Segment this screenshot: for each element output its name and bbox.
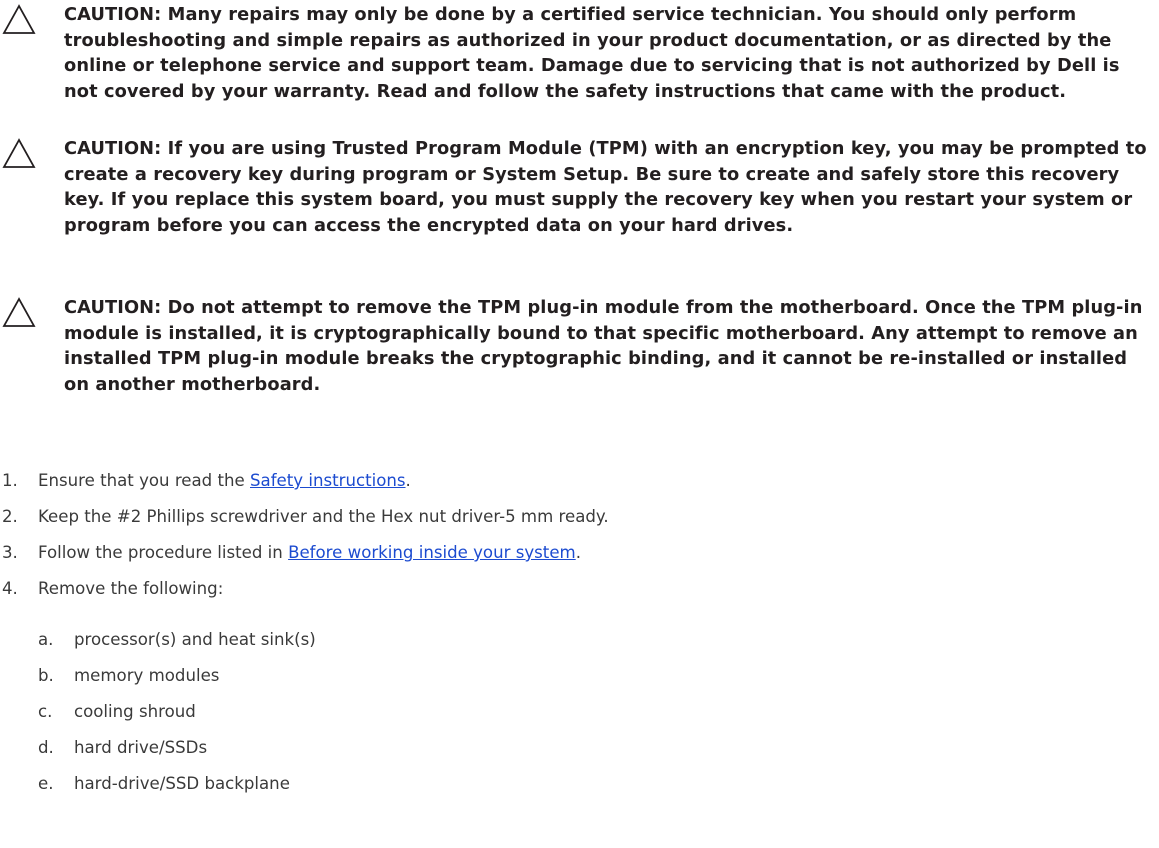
sub-step-text: processor(s) and heat sink(s) (74, 630, 316, 649)
step-text-before: Ensure that you read the (38, 471, 250, 490)
step-text: Ensure that you read the Safety instruct… (38, 469, 411, 493)
sub-step-letter: e. (38, 774, 54, 793)
step-text: Remove the following: (38, 579, 224, 598)
sub-step-text: hard drive/SSDs (74, 738, 208, 757)
caution-triangle-icon (2, 138, 36, 168)
step-text-after: . (405, 471, 411, 490)
step-text: Follow the procedure listed in Before wo… (38, 541, 581, 565)
safety-instructions-link[interactable]: Safety instructions (250, 471, 406, 490)
step-number: 2. (2, 507, 18, 526)
caution-triangle-icon (2, 4, 36, 34)
step-number: 1. (2, 471, 18, 490)
sub-step-letter: a. (38, 630, 54, 649)
caution-text: CAUTION: If you are using Trusted Progra… (64, 138, 1147, 236)
sub-step-letter: c. (38, 702, 53, 721)
step-text-after: . (575, 543, 581, 562)
sub-step-text: hard-drive/SSD backplane (74, 774, 290, 793)
caution-triangle-icon (2, 297, 36, 327)
before-working-link[interactable]: Before working inside your system (288, 543, 576, 562)
sub-step-text: memory modules (74, 666, 220, 685)
step-text: Keep the #2 Phillips screwdriver and the… (38, 507, 609, 526)
step-number: 3. (2, 543, 18, 562)
sub-step-letter: b. (38, 666, 54, 685)
step-number: 4. (2, 579, 18, 598)
caution-text: CAUTION: Do not attempt to remove the TP… (64, 297, 1143, 395)
caution-text: CAUTION: Many repairs may only be done b… (64, 4, 1120, 102)
step-text-before: Follow the procedure listed in (38, 543, 289, 562)
sub-step-letter: d. (38, 738, 54, 757)
sub-step-text: cooling shroud (74, 702, 196, 721)
document-page: CAUTION: Many repairs may only be done b… (0, 0, 1159, 848)
